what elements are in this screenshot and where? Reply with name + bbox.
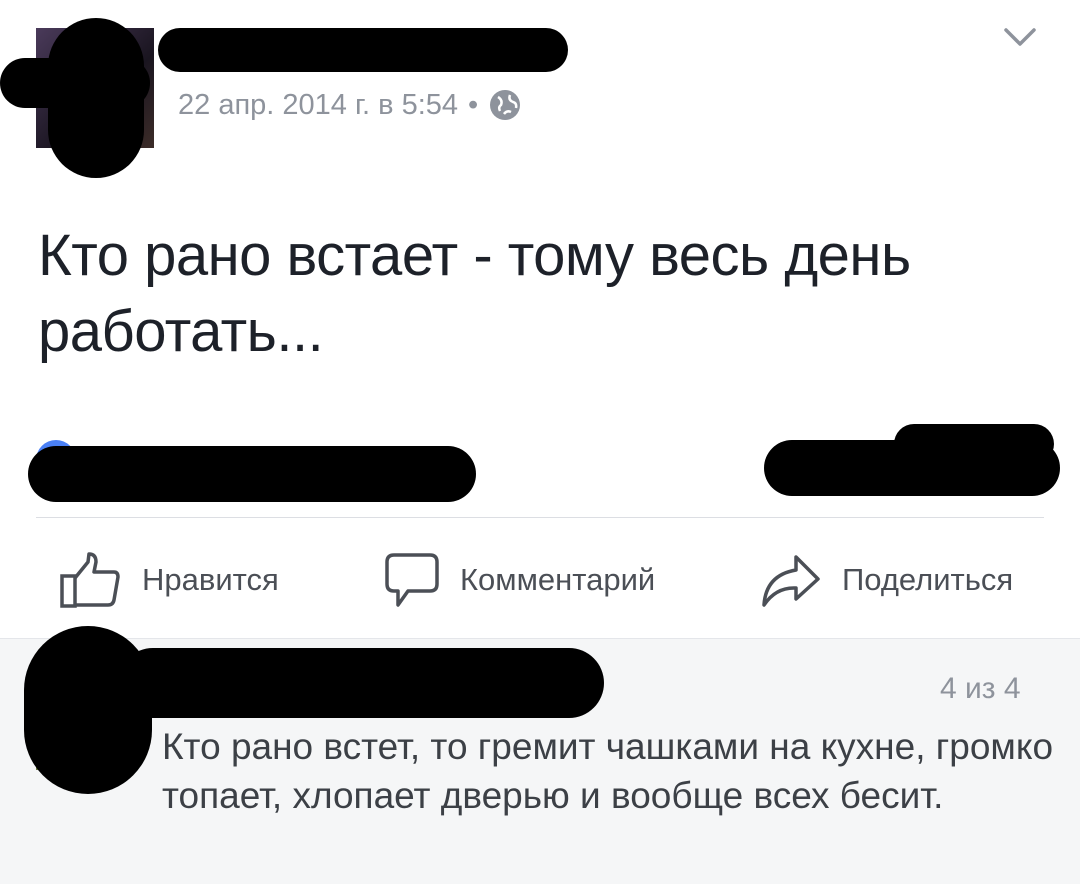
- post-meta: 22 апр. 2014 г. в 5:54 •: [178, 88, 522, 122]
- commenter-name-redacted[interactable]: [118, 648, 604, 718]
- comment-button[interactable]: Комментарий: [384, 540, 655, 620]
- share-arrow-icon: [760, 551, 822, 609]
- meta-separator: •: [468, 88, 479, 121]
- reactions-summary-redacted[interactable]: [28, 446, 476, 502]
- thumbs-up-icon: [58, 550, 122, 610]
- divider: [36, 517, 1044, 518]
- post-text: Кто рано встает - тому весь день работат…: [38, 223, 911, 364]
- speech-bubble-icon: [384, 551, 440, 609]
- chevron-down-icon[interactable]: [1002, 24, 1038, 50]
- author-name-redacted[interactable]: [158, 28, 568, 72]
- comment-label: Комментарий: [460, 562, 656, 597]
- share-label: Поделиться: [842, 562, 1014, 597]
- redaction-mark: [0, 58, 150, 108]
- like-button[interactable]: Нравится: [58, 540, 279, 620]
- share-button[interactable]: Поделиться: [760, 540, 1013, 620]
- like-label: Нравится: [142, 562, 279, 597]
- redaction-mark: [894, 424, 1054, 464]
- action-bar: Нравится Комментарий Поделиться: [0, 540, 1080, 620]
- comment-counter[interactable]: 4 из 4: [940, 672, 1021, 706]
- post-timestamp[interactable]: 22 апр. 2014 г. в 5:54: [178, 89, 458, 122]
- comment-text: Кто рано встет, то гремит чашками на кух…: [162, 726, 1054, 816]
- globe-icon: [488, 88, 522, 122]
